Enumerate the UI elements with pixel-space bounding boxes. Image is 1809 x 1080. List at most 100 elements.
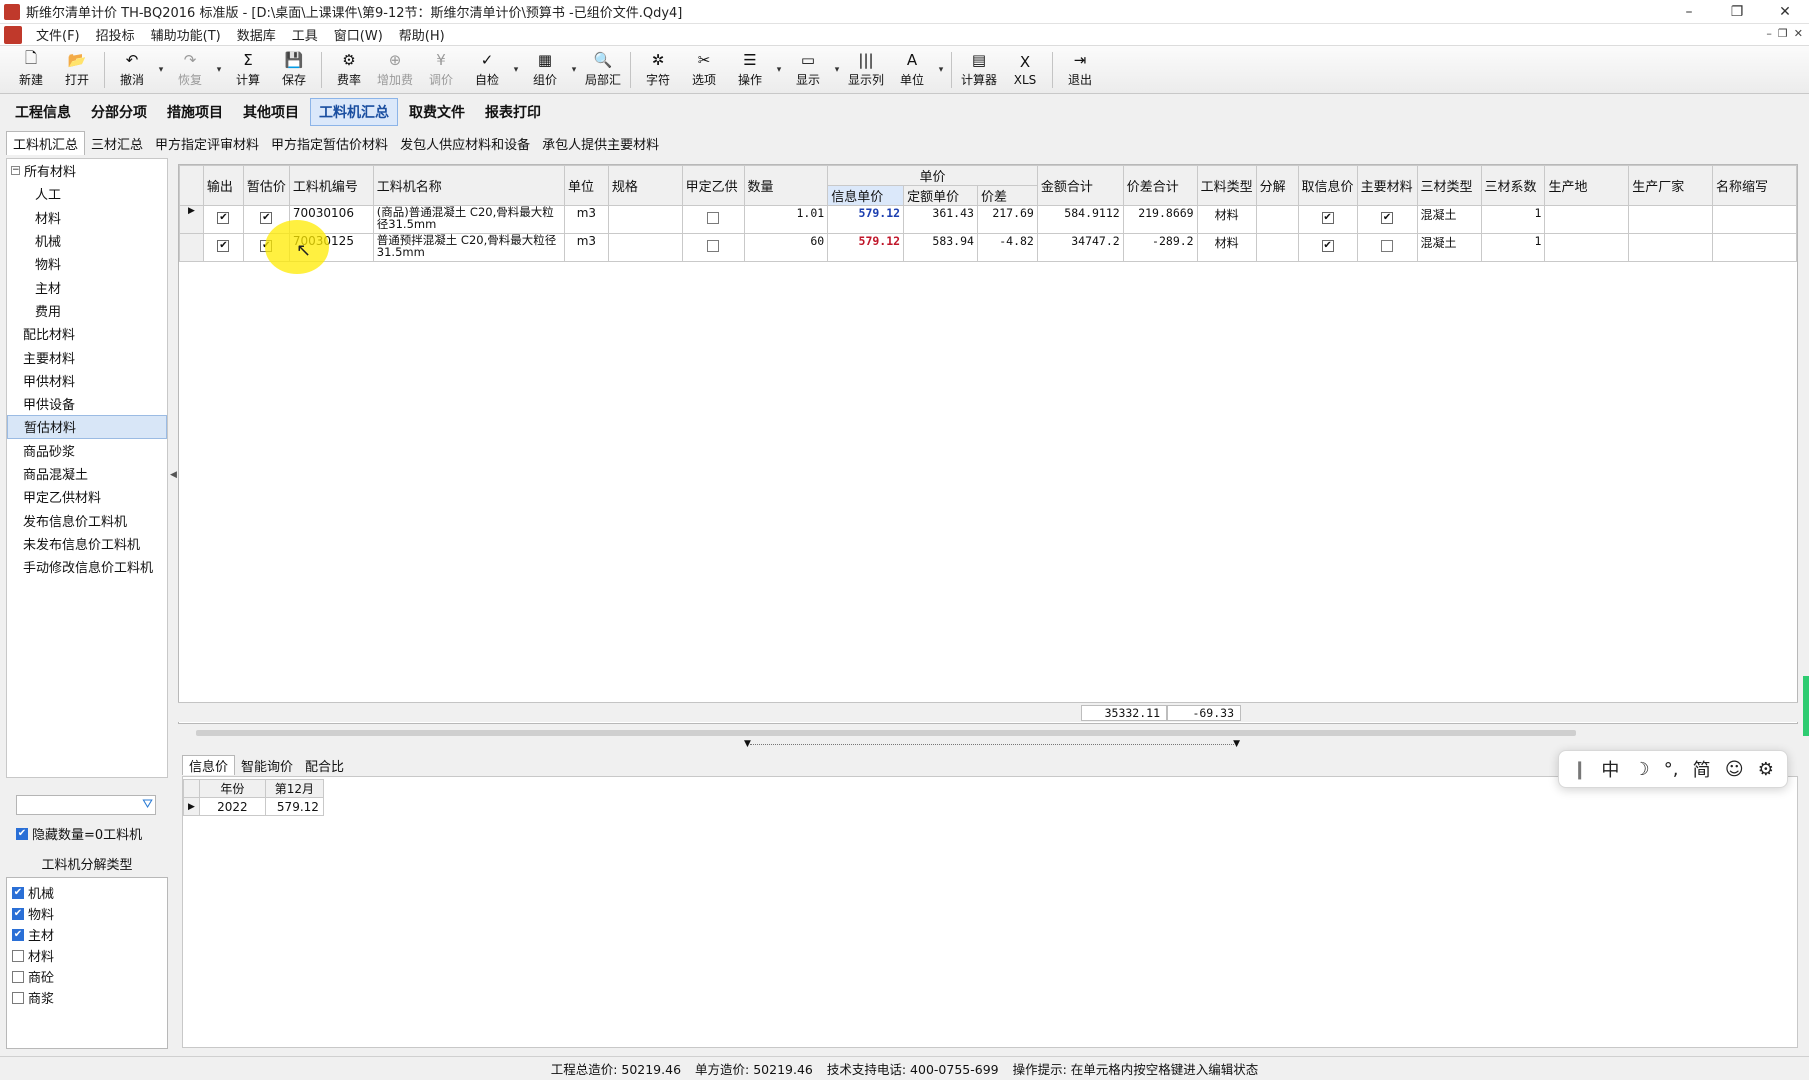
tab-project-info[interactable]: 工程信息 xyxy=(6,98,80,126)
subtab-owner-provisional[interactable]: 甲方指定暂估价材料 xyxy=(265,132,394,155)
tree-item[interactable]: 主材 xyxy=(7,275,167,298)
dropdown-arrow-icon[interactable]: ▾ xyxy=(155,65,167,75)
decompose-cell[interactable] xyxy=(1255,205,1299,234)
diff-total-cell[interactable]: -289.2 xyxy=(1122,233,1198,262)
filter-input[interactable]: ⛛ xyxy=(16,795,156,815)
subtab-three-materials[interactable]: 三材汇总 xyxy=(85,132,149,155)
col-main-material[interactable]: 主要材料 xyxy=(1356,165,1418,206)
toolbar-button-exit[interactable]: ⇥ 退出 xyxy=(1057,48,1103,92)
unchecked-checkbox-icon[interactable] xyxy=(1381,240,1394,252)
abbr-cell[interactable] xyxy=(1712,205,1797,234)
col-type[interactable]: 工料类型 xyxy=(1196,165,1257,206)
toolbar-button-display[interactable]: ▭ 显示 xyxy=(785,48,831,92)
spec-cell[interactable] xyxy=(607,233,683,262)
table-row[interactable]: 70030125普通预拌混凝土 C20,骨料最大粒径31.5mmm360579.… xyxy=(179,233,1797,262)
tree-item[interactable]: 费用 xyxy=(7,299,167,322)
col-info-price[interactable]: 信息单价 xyxy=(827,185,905,206)
close-button[interactable]: ✕ xyxy=(1761,0,1809,24)
tab-measures[interactable]: 措施项目 xyxy=(158,98,232,126)
owner-supply-checkbox[interactable] xyxy=(681,205,745,234)
decomposition-item[interactable]: ✔ 机械 xyxy=(7,882,167,903)
unchecked-checkbox-icon[interactable] xyxy=(707,240,720,252)
tree-group-item[interactable]: 商品混凝土 xyxy=(7,462,167,485)
splitter-down-icon-right[interactable]: ▼ xyxy=(1233,739,1240,749)
quota-price-cell[interactable]: 361.43 xyxy=(903,205,978,234)
tree-group-item[interactable]: 甲供设备 xyxy=(7,392,167,415)
toolbar-button-excel[interactable]: X XLS xyxy=(1002,48,1048,92)
owner-supply-checkbox[interactable] xyxy=(681,233,745,262)
horizontal-scrollbar[interactable] xyxy=(196,730,1576,736)
main-material-checkbox[interactable] xyxy=(1356,233,1418,262)
toolbar-button-add-fee[interactable]: ⊕ 增加费 xyxy=(372,48,418,92)
col-decompose[interactable]: 分解 xyxy=(1255,165,1299,206)
col-spec[interactable]: 规格 xyxy=(607,165,683,206)
bottom-splitter[interactable]: ▼ ▼ xyxy=(744,739,1240,750)
unchecked-checkbox-icon[interactable] xyxy=(12,991,24,1004)
tree-group-item[interactable]: 发布信息价工料机 xyxy=(7,508,167,531)
main-material-checkbox[interactable] xyxy=(1356,205,1418,234)
col-unit[interactable]: 单位 xyxy=(563,165,609,206)
menu-window[interactable]: 窗口(W) xyxy=(326,25,391,44)
toolbar-button-save[interactable]: 💾 保存 xyxy=(271,48,317,92)
splitter-down-icon[interactable]: ▼ xyxy=(744,739,751,749)
col-maker[interactable]: 生产厂家 xyxy=(1628,165,1713,206)
toolbar-button-font-unit[interactable]: A 单位 xyxy=(889,48,935,92)
amount-cell[interactable]: 34747.2 xyxy=(1036,233,1124,262)
tab-sections[interactable]: 分部分项 xyxy=(82,98,156,126)
toolbar-button-price-adjust[interactable]: ¥ 调价 xyxy=(418,48,464,92)
menu-tools[interactable]: 工具 xyxy=(284,25,326,44)
tree-collapse-icon[interactable]: − xyxy=(11,166,20,176)
filter-icon[interactable]: ⛛ xyxy=(142,797,153,812)
tab-material-summary[interactable]: 工料机汇总 xyxy=(310,98,398,126)
checked-checkbox-icon[interactable] xyxy=(1381,212,1394,224)
tree-item[interactable]: 物料 xyxy=(7,252,167,275)
toolbar-button-partial-summary[interactable]: 🔍 局部汇 xyxy=(580,48,626,92)
checked-checkbox-icon[interactable]: ✔ xyxy=(12,928,24,941)
take-info-checkbox[interactable] xyxy=(1297,205,1358,234)
hide-zero-check-icon[interactable]: ✔ xyxy=(16,827,28,840)
unchecked-checkbox-icon[interactable] xyxy=(12,949,24,962)
toolbar-button-new-file[interactable]: 🗋 新建 xyxy=(8,48,54,92)
output-checkbox[interactable] xyxy=(202,205,244,234)
take-info-checkbox[interactable] xyxy=(1297,233,1358,262)
tree-item[interactable]: 机械 xyxy=(7,229,167,252)
info-price-cell[interactable]: 579.12 xyxy=(827,205,905,234)
name-cell[interactable]: 普通预拌混凝土 C20,骨料最大粒径31.5mm xyxy=(372,233,565,262)
col-abbr[interactable]: 名称缩写 xyxy=(1712,165,1797,206)
dropdown-arrow-icon[interactable]: ▾ xyxy=(831,65,843,75)
col-three-coef[interactable]: 三材系数 xyxy=(1480,165,1546,206)
checked-checkbox-icon[interactable] xyxy=(217,212,230,224)
col-three-type[interactable]: 三材类型 xyxy=(1416,165,1482,206)
abbr-cell[interactable] xyxy=(1712,233,1797,262)
btab-smart-inquiry[interactable]: 智能询价 xyxy=(235,756,299,775)
toolbar-button-operation[interactable]: ☰ 操作 xyxy=(727,48,773,92)
origin-cell[interactable] xyxy=(1544,205,1630,234)
decompose-cell[interactable] xyxy=(1255,233,1299,262)
tree-group-item[interactable]: 配比材料 xyxy=(7,322,167,345)
col-output[interactable]: 输出 xyxy=(202,165,244,206)
decomposition-item[interactable]: ✔ 物料 xyxy=(7,903,167,924)
quota-price-cell[interactable]: 583.94 xyxy=(903,233,978,262)
col-take-info[interactable]: 取信息价 xyxy=(1297,165,1358,206)
ime-chinese-mode[interactable]: 中 xyxy=(1601,756,1619,782)
decomposition-item[interactable]: 商浆 xyxy=(7,987,167,1008)
toolbar-button-redo[interactable]: ↷ 恢复 xyxy=(167,48,213,92)
checked-checkbox-icon[interactable] xyxy=(217,240,230,252)
checked-checkbox-icon[interactable] xyxy=(260,212,273,224)
month-value-cell[interactable]: 579.12 xyxy=(264,797,324,816)
dropdown-arrow-icon[interactable]: ▾ xyxy=(935,65,947,75)
checked-checkbox-icon[interactable] xyxy=(1321,212,1334,224)
toolbar-button-columns[interactable]: ||| 显示列 xyxy=(843,48,889,92)
tree-item[interactable]: 人工 xyxy=(7,182,167,205)
dropdown-arrow-icon[interactable]: ▾ xyxy=(773,65,785,75)
three-coef-cell[interactable]: 1 xyxy=(1480,205,1546,234)
name-cell[interactable]: (商品)普通混凝土 C20,骨料最大粒径31.5mm xyxy=(372,205,565,234)
collapse-left-icon[interactable]: ◀ xyxy=(170,470,177,480)
tab-fee-file[interactable]: 取费文件 xyxy=(400,98,474,126)
col-diff[interactable]: 价差 xyxy=(976,185,1038,206)
tree-group-item[interactable]: 甲定乙供材料 xyxy=(7,485,167,508)
dropdown-arrow-icon[interactable]: ▾ xyxy=(568,65,580,75)
ime-settings-icon[interactable]: ⚙ xyxy=(1758,759,1774,780)
three-type-cell[interactable]: 混凝土 xyxy=(1416,233,1482,262)
tree-group-item[interactable]: 暂估材料 xyxy=(7,415,167,439)
